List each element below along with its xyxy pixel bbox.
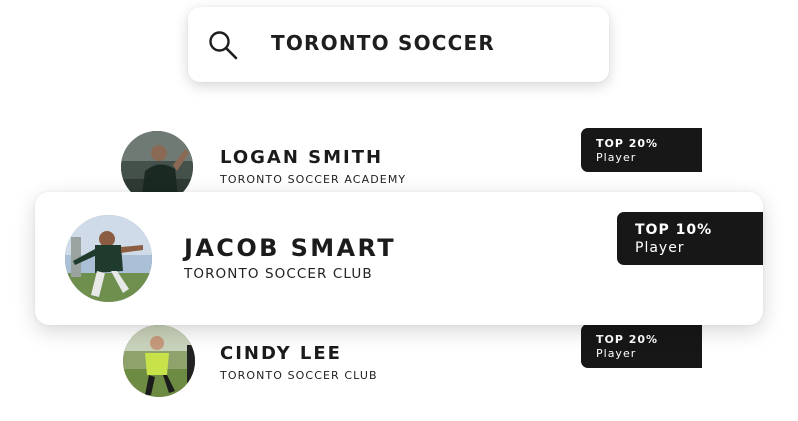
rank-badge: TOP 20% Player bbox=[581, 128, 702, 172]
rank-value: TOP 20% bbox=[596, 333, 659, 346]
search-bar[interactable]: TORONTO SOCCER bbox=[188, 7, 609, 82]
player-club: TORONTO SOCCER ACADEMY bbox=[220, 173, 407, 186]
featured-player-card[interactable]: JACOB SMART TORONTO SOCCER CLUB TOP 10% … bbox=[35, 192, 763, 325]
player-club: TORONTO SOCCER CLUB bbox=[220, 369, 378, 382]
player-name: JACOB SMART bbox=[184, 234, 397, 262]
rank-badge: TOP 10% Player bbox=[617, 212, 763, 265]
player-name: LOGAN SMITH bbox=[220, 147, 384, 168]
rank-value: TOP 10% bbox=[635, 222, 713, 238]
player-club: TORONTO SOCCER CLUB bbox=[184, 266, 373, 282]
rank-label: Player bbox=[596, 347, 637, 360]
player-avatar bbox=[123, 325, 195, 397]
rank-value: TOP 20% bbox=[596, 137, 659, 150]
search-query: TORONTO SOCCER bbox=[271, 31, 496, 55]
player-avatar bbox=[65, 215, 152, 302]
rank-badge: TOP 20% Player bbox=[581, 324, 702, 368]
rank-label: Player bbox=[596, 151, 637, 164]
rank-label: Player bbox=[635, 240, 685, 256]
player-name: CINDY LEE bbox=[220, 343, 342, 364]
search-icon bbox=[209, 31, 238, 60]
